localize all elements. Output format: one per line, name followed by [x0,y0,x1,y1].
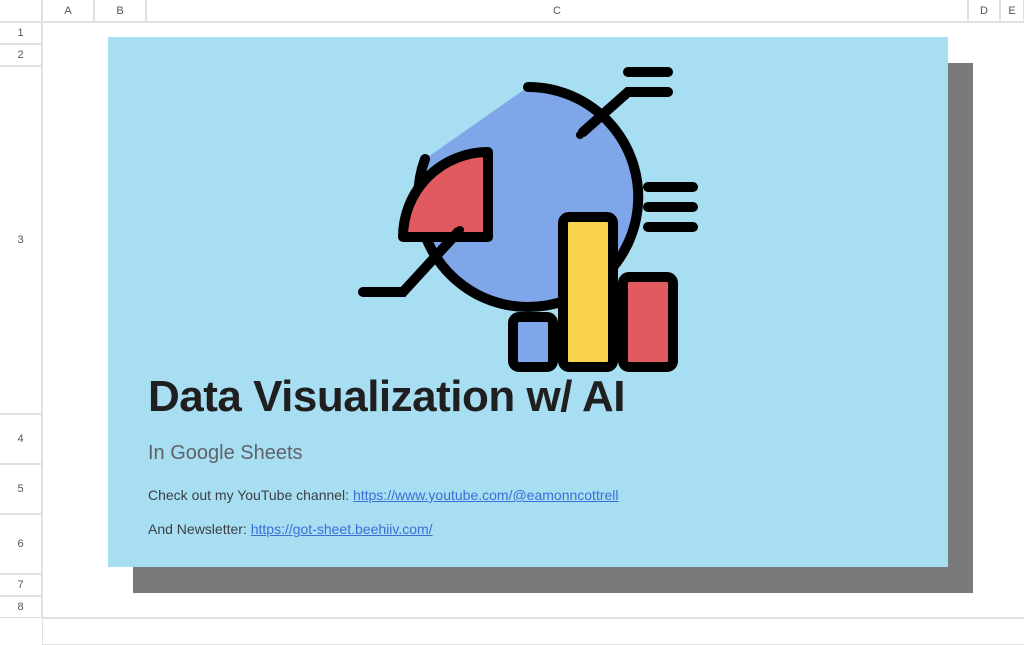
row-header-5[interactable]: 5 [0,464,42,514]
col-header-d[interactable]: D [968,0,1000,22]
cell-row1[interactable] [42,618,1024,645]
row-header-1[interactable]: 1 [0,22,42,44]
youtube-link[interactable]: https://www.youtube.com/@eamonncottrell [353,487,619,503]
col-header-c[interactable]: C [146,0,968,22]
col-header-a[interactable]: A [42,0,94,22]
title-card: Data Visualization w/ AI In Google Sheet… [108,37,948,567]
spreadsheet-grid[interactable]: A B C D E F 1 2 3 4 5 6 7 8 [0,0,1024,645]
chart-illustration-icon [148,57,908,377]
card-subtitle: In Google Sheets [148,442,908,465]
select-all-corner[interactable] [0,0,42,22]
newsletter-link[interactable]: https://got-sheet.beehiiv.com/ [251,521,433,537]
row-header-2[interactable]: 2 [0,44,42,66]
newsletter-line: And Newsletter: https://got-sheet.beehii… [148,521,908,537]
col-header-b[interactable]: B [94,0,146,22]
row-header-7[interactable]: 7 [0,574,42,596]
card-title: Data Visualization w/ AI [148,372,908,422]
youtube-line: Check out my YouTube channel: https://ww… [148,487,908,503]
row-header-8[interactable]: 8 [0,596,42,618]
newsletter-prefix: And Newsletter: [148,521,251,537]
content-area[interactable]: Data Visualization w/ AI In Google Sheet… [42,22,1024,618]
row-header-3[interactable]: 3 [0,66,42,414]
row-header-4[interactable]: 4 [0,414,42,464]
col-header-e[interactable]: E [1000,0,1024,22]
youtube-prefix: Check out my YouTube channel: [148,487,353,503]
row-header-6[interactable]: 6 [0,514,42,574]
